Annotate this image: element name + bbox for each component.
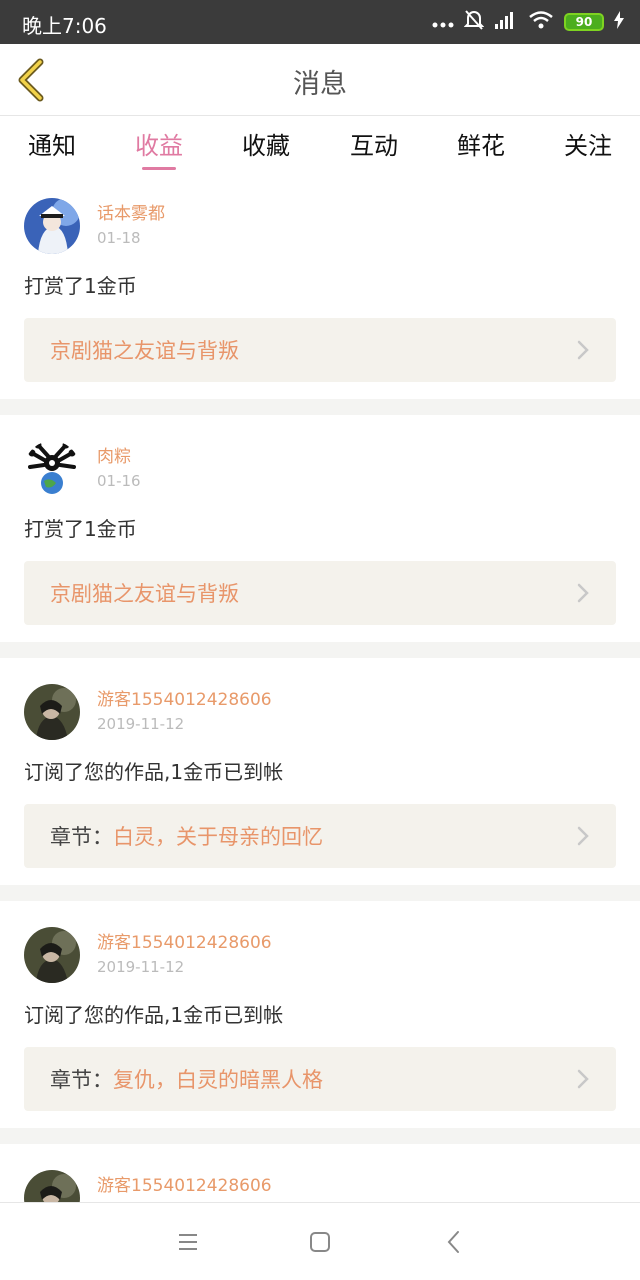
system-back-button[interactable] [441,1229,467,1255]
message-card: 游客1554012428606 2019-11-12 订阅了您的作品,1金币已到… [0,901,640,1128]
tab-notifications[interactable]: 通知 [12,126,92,161]
message-action: 打赏了1金币 [24,517,137,541]
username[interactable]: 肉粽 [97,446,141,468]
header: 消息 [0,44,640,116]
message-action: 订阅了您的作品,1金币已到帐 [24,760,284,784]
home-square-icon [310,1232,330,1252]
message-date: 01-18 [97,229,141,247]
chapter-prefix: 章节： [50,1068,113,1092]
status-time: 晚上7:06 [22,14,107,38]
tab-earnings[interactable]: 收益 [119,126,199,170]
chapter-link[interactable]: 章节：复仇，白灵的暗黑人格 [24,1047,616,1111]
work-title: 京剧猫之友谊与背叛 [50,339,239,363]
globe-avatar-image [24,441,80,497]
work-link[interactable]: 京剧猫之友谊与背叛 [24,561,616,625]
message-user[interactable]: 肉粽 01-16 [24,441,616,497]
active-tab-indicator [142,167,176,170]
avatar[interactable] [24,927,80,983]
anime-avatar-image [24,198,80,254]
message-date: 01-16 [97,472,141,490]
system-nav-bar [0,1202,640,1280]
photo-avatar-image [24,684,80,740]
signal-icon [494,10,518,34]
message-card: 游客1554012428606 2019-11-12 [0,1144,640,1202]
work-link[interactable]: 京剧猫之友谊与背叛 [24,318,616,382]
chapter-link[interactable]: 章节：白灵，关于母亲的回忆 [24,804,616,868]
message-card: 肉粽 01-16 打赏了1金币 京剧猫之友谊与背叛 [0,415,640,642]
chapter-prefix: 章节： [50,825,113,849]
chevron-right-icon [577,583,589,603]
back-triangle-icon [447,1231,459,1253]
avatar[interactable] [24,198,80,254]
home-button[interactable] [307,1229,333,1255]
username[interactable]: 游客1554012428606 [97,689,272,711]
message-card: 话本雾都 01-18 打赏了1金币 京剧猫之友谊与背叛 [0,172,640,399]
chevron-right-icon [577,826,589,846]
avatar[interactable] [24,684,80,740]
avatar[interactable] [24,441,80,497]
battery-indicator: 90 [564,13,604,31]
mute-bell-icon [463,9,485,35]
tab-flowers[interactable]: 鲜花 [441,126,521,161]
charging-icon [614,11,624,33]
more-dots-icon [432,13,454,32]
avatar[interactable] [24,1170,80,1202]
tab-favorites[interactable]: 收藏 [226,126,306,161]
tab-interactions[interactable]: 互动 [334,126,414,161]
username[interactable]: 游客1554012428606 [97,932,272,954]
tab-following[interactable]: 关注 [548,126,628,161]
menu-button[interactable] [175,1229,201,1255]
message-user[interactable]: 话本雾都 01-18 [24,198,616,254]
status-bar: 晚上7:06 90 [0,0,640,44]
username[interactable]: 游客1554012428606 [97,1175,272,1197]
message-feed[interactable]: 话本雾都 01-18 打赏了1金币 京剧猫之友谊与背叛 肉粽 01-16 打赏了… [0,172,640,1202]
work-title: 京剧猫之友谊与背叛 [50,582,239,606]
chapter-title: 白灵，关于母亲的回忆 [113,825,323,849]
photo-avatar-image [24,927,80,983]
message-user[interactable]: 游客1554012428606 2019-11-12 [24,1170,616,1202]
tab-bar: 通知 收益 收藏 互动 鲜花 关注 [0,116,640,172]
status-icons: 90 [432,10,624,34]
message-card: 游客1554012428606 2019-11-12 订阅了您的作品,1金币已到… [0,658,640,885]
wifi-icon [528,10,554,34]
chevron-right-icon [577,340,589,360]
message-date: 2019-11-12 [97,958,185,976]
menu-icon [179,1234,197,1250]
page-title: 消息 [293,69,347,100]
message-user[interactable]: 游客1554012428606 2019-11-12 [24,927,616,983]
username[interactable]: 话本雾都 [97,203,165,225]
chapter-title: 复仇，白灵的暗黑人格 [113,1068,323,1092]
message-date: 2019-11-12 [97,715,185,733]
message-action: 订阅了您的作品,1金币已到帐 [24,1003,284,1027]
message-user[interactable]: 游客1554012428606 2019-11-12 [24,684,616,740]
chevron-right-icon [577,1069,589,1089]
message-action: 打赏了1金币 [24,274,137,298]
photo-avatar-image [24,1170,80,1202]
